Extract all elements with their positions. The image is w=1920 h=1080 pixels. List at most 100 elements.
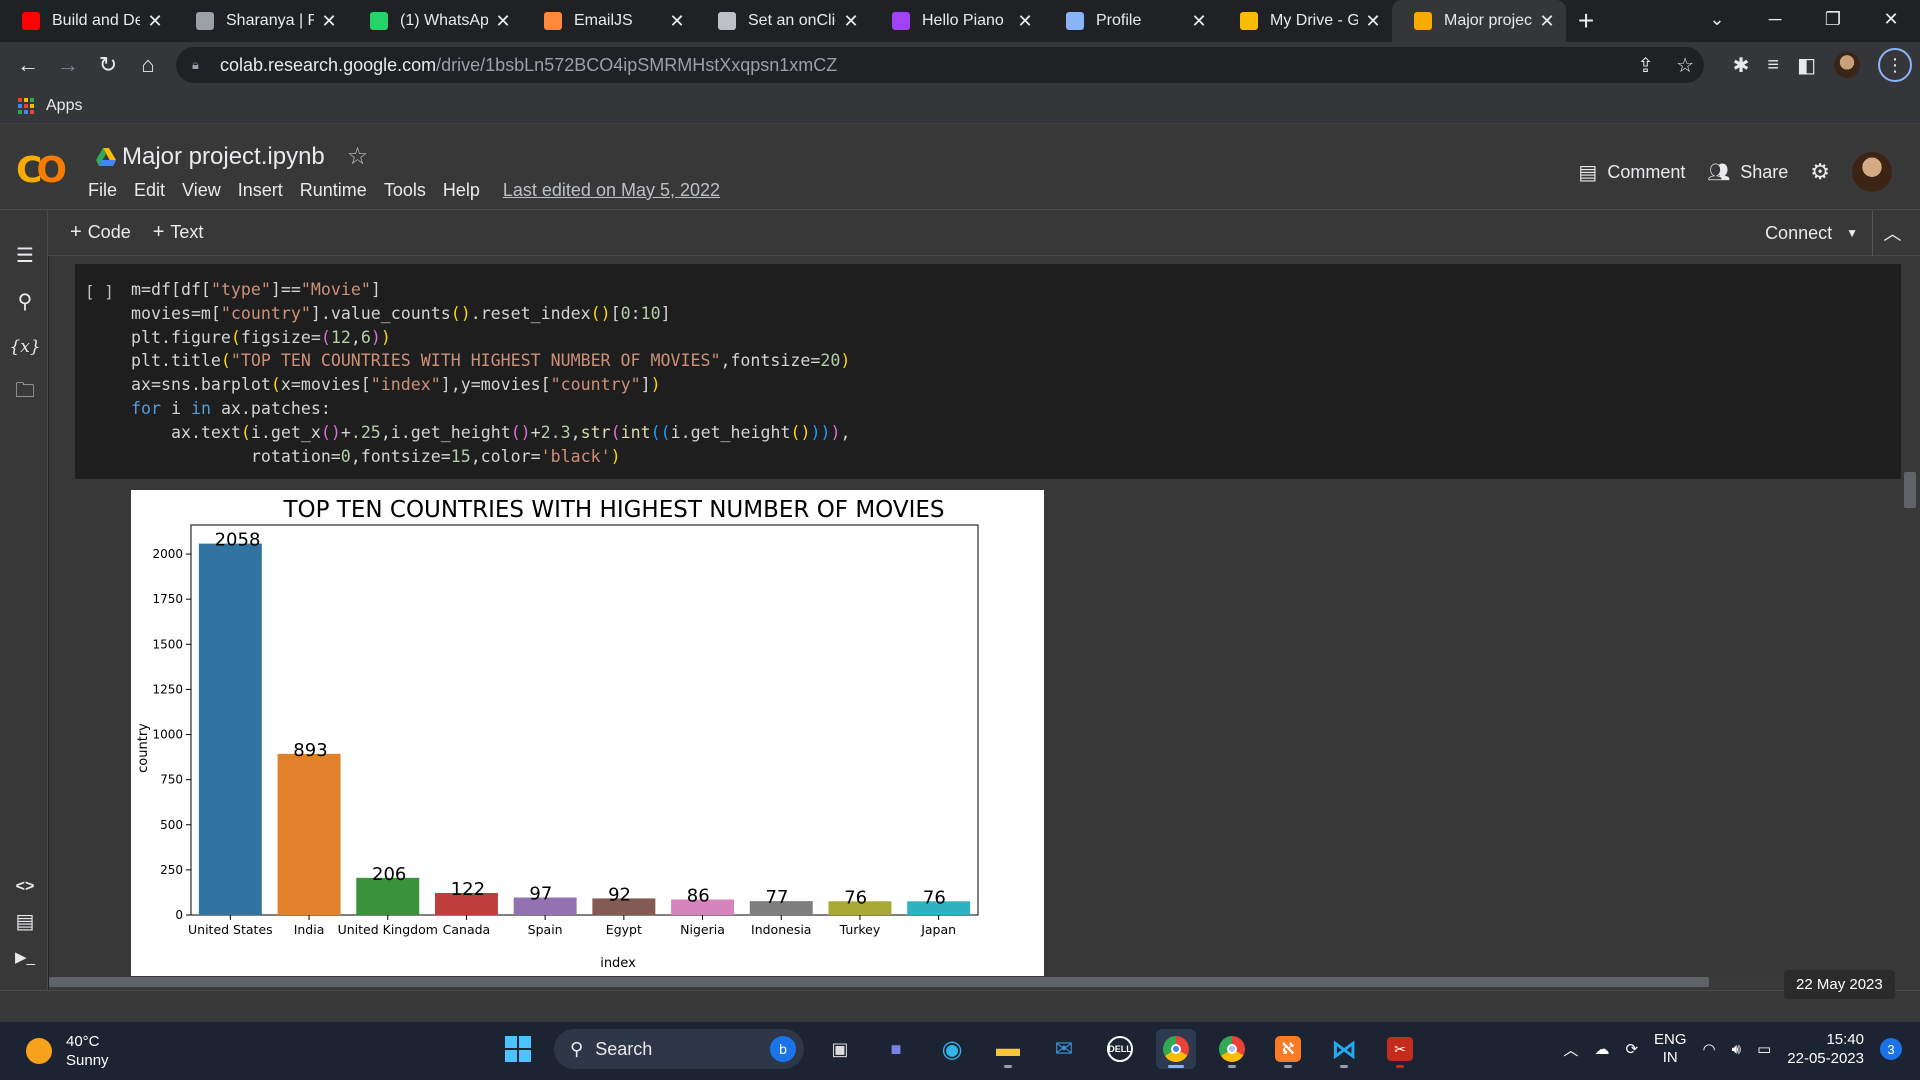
vertical-scrollbar[interactable] <box>1904 472 1916 508</box>
vscode-button[interactable]: ⋈ <box>1324 1029 1364 1069</box>
comment-button[interactable]: ▤ Comment <box>1578 160 1685 185</box>
weather-widget[interactable]: 40°C Sunny <box>26 1032 109 1070</box>
menu-help[interactable]: Help <box>443 180 480 201</box>
restore-button[interactable]: ❐ <box>1804 9 1862 30</box>
close-window-button[interactable]: ✕ <box>1862 9 1920 30</box>
browser-tab-5[interactable]: Set an onClick ✕ <box>696 0 870 42</box>
account-avatar[interactable] <box>1852 152 1892 192</box>
task-view-button[interactable]: ▣ <box>820 1029 860 1069</box>
table-of-contents-icon[interactable]: ☰ <box>12 242 38 268</box>
snipping-tool-button[interactable]: ✂ <box>1380 1029 1420 1069</box>
close-tab-icon[interactable]: ✕ <box>320 11 338 32</box>
chevron-up-icon[interactable]: ︿ <box>1563 1039 1578 1060</box>
tab-title: Set an onClick <box>748 12 836 29</box>
menu-insert[interactable]: Insert <box>238 180 283 201</box>
close-tab-icon[interactable]: ✕ <box>146 11 164 32</box>
tab-title: EmailJS <box>574 12 633 29</box>
close-tab-icon[interactable]: ✕ <box>668 11 686 32</box>
bookmark-star-icon[interactable]: ☆ <box>1676 53 1694 78</box>
taskbar-search[interactable]: ⚲ Search b <box>554 1029 804 1069</box>
variables-icon[interactable]: {x} <box>9 334 40 360</box>
close-tab-icon[interactable]: ✕ <box>494 11 512 32</box>
command-palette-icon[interactable]: ▤ <box>12 908 38 934</box>
menu-view[interactable]: View <box>182 180 221 201</box>
horizontal-scrollbar[interactable] <box>49 976 1871 988</box>
add-code-button[interactable]: + Code <box>70 221 131 244</box>
star-icon[interactable]: ☆ <box>347 142 369 171</box>
menu-runtime[interactable]: Runtime <box>300 180 367 201</box>
volume-icon[interactable]: 🔊︎ <box>1732 1041 1741 1058</box>
close-tab-icon[interactable]: ✕ <box>842 11 860 32</box>
files-folder-icon[interactable]: 🗀︎ <box>12 380 38 406</box>
scrollbar-thumb[interactable] <box>49 977 1709 987</box>
edge-button[interactable]: ◉ <box>932 1029 972 1069</box>
reload-button[interactable]: ↻ <box>88 52 128 78</box>
browser-tab-6[interactable]: Hello Piano ✕ <box>870 0 1044 42</box>
close-tab-icon[interactable]: ✕ <box>1016 11 1034 32</box>
colab-icon <box>1414 12 1432 30</box>
browser-tab-4[interactable]: EmailJS ✕ <box>522 0 696 42</box>
teams-chat-button[interactable]: ■ <box>876 1029 916 1069</box>
share-page-icon[interactable]: ⇪ <box>1637 53 1654 78</box>
close-tab-icon[interactable]: ✕ <box>1364 11 1382 32</box>
browser-tab-2[interactable]: Sharanya | Por ✕ <box>174 0 348 42</box>
browser-tab-1[interactable]: Build and Dep ✕ <box>0 0 174 42</box>
bar-value-label: 76 <box>923 887 946 908</box>
colab-logo[interactable]: CO <box>16 150 67 191</box>
code-editor[interactable]: m=df[df["type"]=="Movie"] movies=m["coun… <box>131 278 850 468</box>
browser-menu-icon[interactable]: ⋮ <box>1878 48 1912 82</box>
search-icon[interactable]: ⚲ <box>12 288 38 314</box>
x-tick-label: Spain <box>528 922 563 937</box>
xampp-button[interactable]: ℵ <box>1268 1029 1308 1069</box>
url-input[interactable]: 🔒︎ colab.research.google.com/drive/1bsbL… <box>176 47 1704 83</box>
tab-search-icon[interactable]: ⌄ <box>1688 9 1746 30</box>
notebook-title[interactable]: Major project.ipynb <box>122 143 325 171</box>
apps-bookmark[interactable]: Apps <box>46 97 82 115</box>
x-tick-label: Egypt <box>606 922 642 937</box>
chrome-profile-button[interactable] <box>1212 1029 1252 1069</box>
y-axis-label: country <box>136 723 151 773</box>
dell-button[interactable]: DELL <box>1100 1029 1140 1069</box>
add-text-button[interactable]: + Text <box>153 221 204 244</box>
browser-tab-3[interactable]: (1) WhatsApp ✕ <box>348 0 522 42</box>
file-explorer-button[interactable]: ▬ <box>988 1029 1028 1069</box>
language-indicator[interactable]: ENG IN <box>1654 1031 1687 1067</box>
y-tick-label: 1750 <box>152 592 183 606</box>
settings-gear-icon[interactable]: ⚙ <box>1810 159 1830 185</box>
close-tab-icon[interactable]: ✕ <box>1538 11 1556 32</box>
menu-file[interactable]: File <box>88 180 117 201</box>
collapse-header-button[interactable]: ︿ <box>1872 210 1912 256</box>
last-edited-link[interactable]: Last edited on May 5, 2022 <box>503 180 720 201</box>
bing-icon[interactable]: b <box>770 1036 796 1062</box>
code-snippets-icon[interactable]: <> <box>12 874 38 900</box>
back-button[interactable]: ← <box>8 52 48 78</box>
share-button[interactable]: 👥︎ Share <box>1707 162 1788 183</box>
code-cell[interactable]: [ ] m=df[df["type"]=="Movie"] movies=m["… <box>75 264 1901 479</box>
battery-icon[interactable]: ▭ <box>1757 1040 1771 1058</box>
onedrive-cloud-icon[interactable]: ☁ <box>1594 1040 1609 1058</box>
terminal-icon[interactable]: ▶_ <box>12 944 38 970</box>
wifi-icon[interactable]: ◠ <box>1703 1040 1716 1058</box>
browser-tab-8[interactable]: My Drive - Go ✕ <box>1218 0 1392 42</box>
browser-tab-7[interactable]: Profile ✕ <box>1044 0 1218 42</box>
menu-tools[interactable]: Tools <box>384 180 426 201</box>
new-tab-button[interactable]: + <box>1566 0 1606 42</box>
close-tab-icon[interactable]: ✕ <box>1190 11 1208 32</box>
profile-avatar[interactable] <box>1834 52 1860 78</box>
notification-badge[interactable]: 3 <box>1880 1038 1902 1060</box>
extensions-icon[interactable]: ✱ <box>1733 53 1750 78</box>
minimize-button[interactable]: ─ <box>1746 9 1804 30</box>
forward-button[interactable]: → <box>48 52 88 78</box>
clock[interactable]: 15:40 22-05-2023 <box>1787 1030 1864 1068</box>
home-button[interactable]: ⌂ <box>128 52 168 78</box>
mail-button[interactable]: ✉ <box>1044 1029 1084 1069</box>
sync-icon[interactable]: ⟳ <box>1625 1040 1638 1058</box>
chrome-button[interactable] <box>1156 1029 1196 1069</box>
menu-edit[interactable]: Edit <box>134 180 165 201</box>
start-button[interactable] <box>498 1029 538 1069</box>
connect-button[interactable]: Connect ▼ <box>1765 210 1858 256</box>
reading-list-icon[interactable]: ≡ <box>1767 54 1779 77</box>
run-cell-marker[interactable]: [ ] <box>85 282 114 301</box>
side-panel-icon[interactable]: ◧ <box>1797 53 1816 78</box>
browser-tab-9[interactable]: Major project. ✕ <box>1392 0 1566 42</box>
